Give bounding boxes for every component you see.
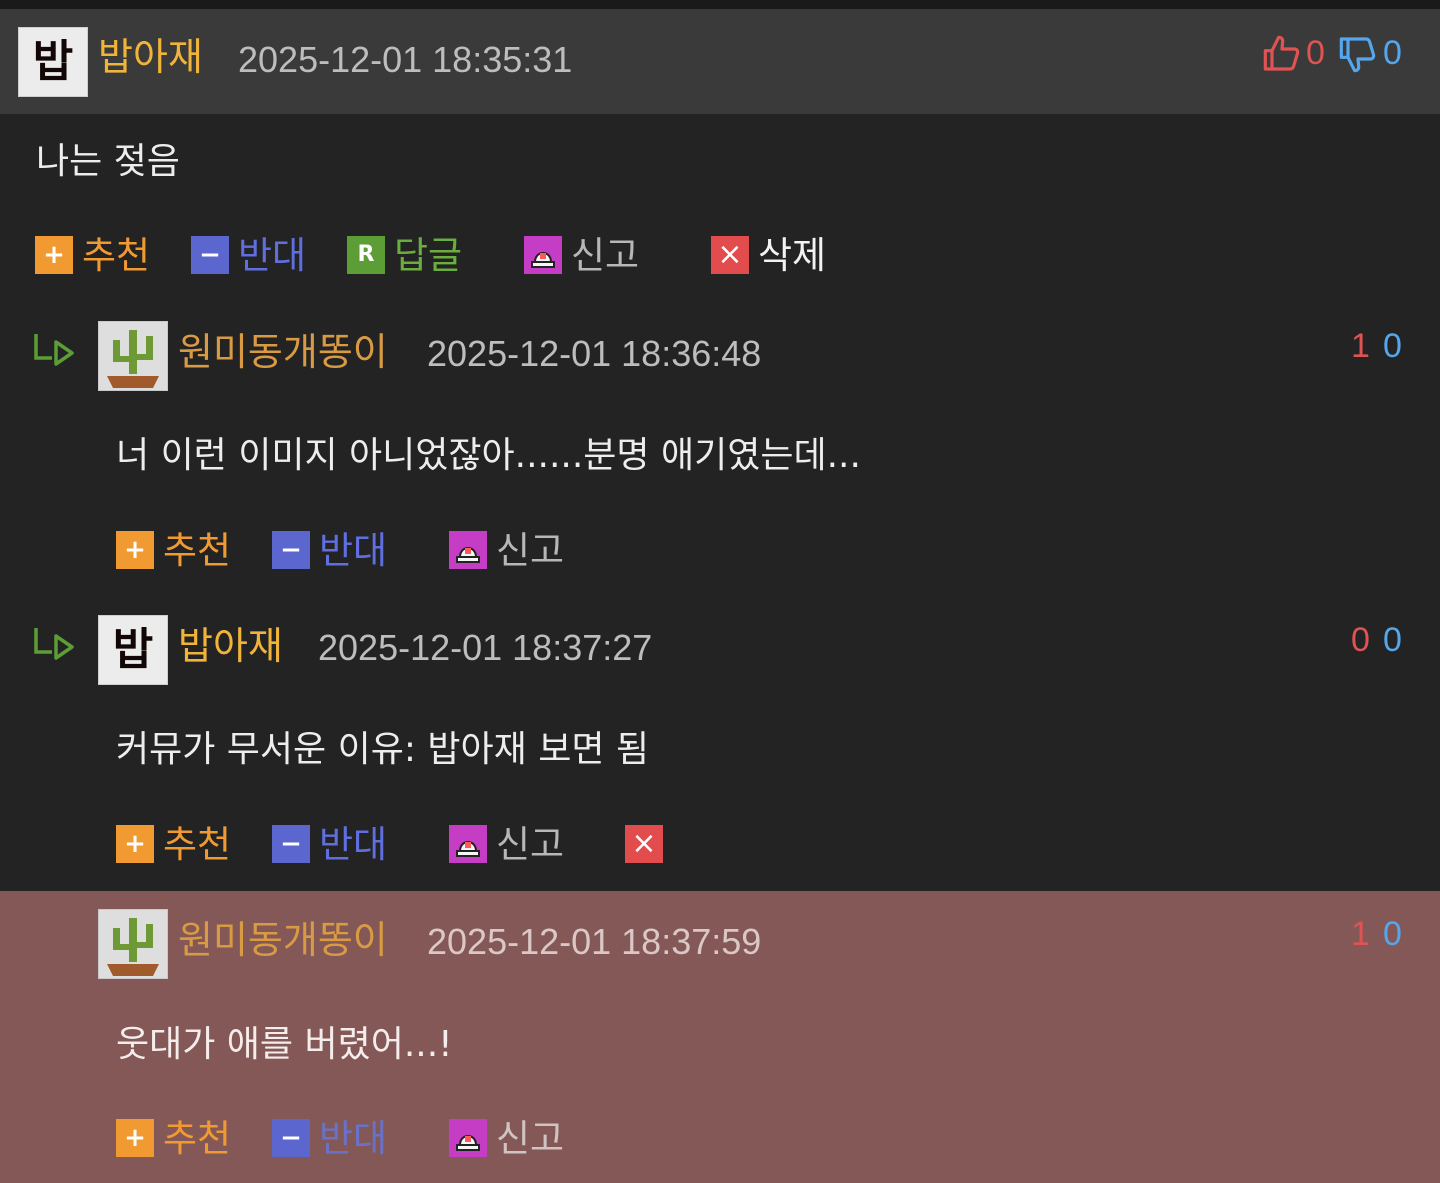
downvote-count: 0 <box>1383 327 1402 365</box>
report-button[interactable]: 신고 <box>449 1119 564 1157</box>
delete-icon: × <box>625 825 663 863</box>
comment-text: 너 이런 이미지 아니었잖아......분명 애기였는데... <box>116 435 861 476</box>
delete-button[interactable]: × 삭제 <box>711 236 826 274</box>
siren-icon <box>449 825 487 863</box>
comment-author[interactable]: 원미동개똥이 <box>178 921 388 959</box>
recommend-button[interactable]: + 추천 <box>35 236 150 274</box>
reply-label: 답글 <box>394 233 463 277</box>
oppose-button[interactable]: − 반대 <box>272 531 387 569</box>
top-strip <box>0 0 1440 9</box>
recommend-button[interactable]: + 추천 <box>116 1119 231 1157</box>
comment-author[interactable]: 밥아재 <box>98 38 203 76</box>
delete-button[interactable]: × <box>625 825 663 863</box>
plus-icon: + <box>116 531 154 569</box>
recommend-label: 추천 <box>163 528 232 572</box>
siren-icon <box>449 1119 487 1157</box>
recommend-label: 추천 <box>163 822 232 866</box>
upvote-count: 1 <box>1351 327 1370 365</box>
comment-timestamp: 2025-12-01 18:36:48 <box>427 333 762 374</box>
oppose-label: 반대 <box>238 233 307 277</box>
comment-author[interactable]: 원미동개똥이 <box>178 333 388 371</box>
oppose-button[interactable]: − 반대 <box>272 825 387 863</box>
report-label: 신고 <box>496 822 565 866</box>
report-button[interactable]: 신고 <box>449 825 564 863</box>
avatar[interactable] <box>98 321 168 391</box>
oppose-button[interactable]: − 반대 <box>272 1119 387 1157</box>
oppose-label: 반대 <box>319 822 388 866</box>
comment-timestamp: 2025-12-01 18:35:31 <box>238 39 573 80</box>
avatar-glyph: 밥 <box>32 36 74 87</box>
delete-label: 삭제 <box>758 233 827 277</box>
report-label: 신고 <box>496 1116 565 1160</box>
plus-icon: + <box>35 236 73 274</box>
comment-timestamp: 2025-12-01 18:37:59 <box>427 921 762 962</box>
thumbs-down-icon[interactable] <box>1338 34 1378 74</box>
report-button[interactable]: 신고 <box>524 236 639 274</box>
reply-button[interactable]: R 답글 <box>347 236 462 274</box>
oppose-button[interactable]: − 반대 <box>191 236 306 274</box>
minus-icon: − <box>272 825 310 863</box>
minus-icon: − <box>191 236 229 274</box>
avatar[interactable]: 밥 <box>18 27 88 97</box>
comment-text: 커뮤가 무서운 이유: 밥아재 보면 됨 <box>116 729 650 770</box>
report-button[interactable]: 신고 <box>449 531 564 569</box>
upvote-count: 0 <box>1306 34 1325 72</box>
plant-avatar-icon <box>99 910 167 978</box>
comment-text: 나는 젖음 <box>36 141 180 182</box>
delete-icon: × <box>711 236 749 274</box>
comment-text: 웃대가 애를 버렸어...! <box>116 1024 453 1065</box>
upvote-count: 0 <box>1351 621 1370 659</box>
avatar[interactable]: 밥 <box>98 615 168 685</box>
thumbs-up-icon[interactable] <box>1262 34 1302 74</box>
oppose-label: 반대 <box>319 528 388 572</box>
reply-arrow-icon <box>34 628 74 660</box>
downvote-count: 0 <box>1383 621 1402 659</box>
plus-icon: + <box>116 825 154 863</box>
plus-icon: + <box>116 1119 154 1157</box>
avatar-glyph: 밥 <box>112 624 154 675</box>
comment-header <box>0 9 1440 114</box>
downvote-count: 0 <box>1383 34 1402 72</box>
comment-timestamp: 2025-12-01 18:37:27 <box>318 627 653 668</box>
siren-icon <box>449 531 487 569</box>
recommend-button[interactable]: + 추천 <box>116 531 231 569</box>
recommend-label: 추천 <box>163 1116 232 1160</box>
oppose-label: 반대 <box>319 1116 388 1160</box>
report-label: 신고 <box>496 528 565 572</box>
reply-icon: R <box>347 236 385 274</box>
report-label: 신고 <box>571 233 640 277</box>
avatar[interactable] <box>98 909 168 979</box>
upvote-count: 1 <box>1351 915 1370 953</box>
reply-arrow-icon <box>34 334 74 366</box>
siren-icon <box>524 236 562 274</box>
minus-icon: − <box>272 1119 310 1157</box>
comment-author[interactable]: 밥아재 <box>178 627 283 665</box>
recommend-button[interactable]: + 추천 <box>116 825 231 863</box>
minus-icon: − <box>272 531 310 569</box>
recommend-label: 추천 <box>82 233 151 277</box>
downvote-count: 0 <box>1383 915 1402 953</box>
plant-avatar-icon <box>99 322 167 390</box>
